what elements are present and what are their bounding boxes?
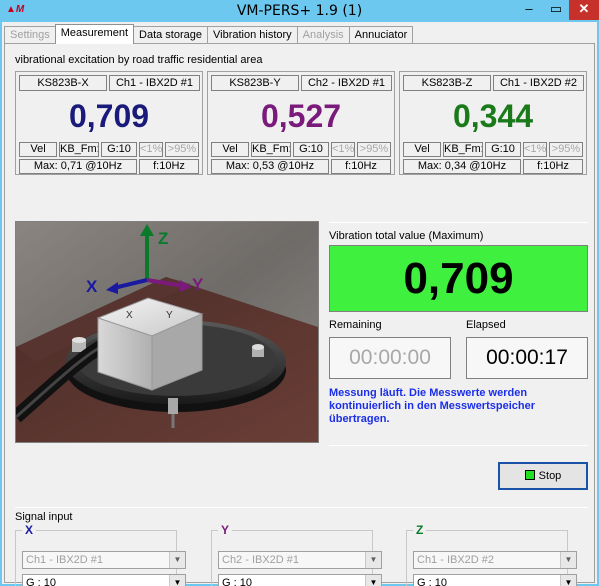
area-label: vibrational excitation by road traffic r… bbox=[15, 54, 263, 66]
channel-quantity: Vel bbox=[19, 142, 57, 157]
channel-overrange: >95% bbox=[357, 142, 391, 157]
channel-overrange: >95% bbox=[549, 142, 583, 157]
separator bbox=[15, 507, 588, 508]
channel-sensor-label: KS823B-Y bbox=[211, 75, 299, 91]
remaining-label: Remaining bbox=[329, 319, 382, 331]
channel-select-value: Ch2 - IBX2D #1 bbox=[222, 554, 300, 566]
axis-label-z: Z bbox=[158, 229, 168, 248]
chevron-down-icon: ▼ bbox=[365, 575, 381, 586]
close-button[interactable]: ✕ bbox=[569, 0, 599, 20]
svg-text:X: X bbox=[126, 310, 133, 321]
sensor-illustration: X Y Z X Y bbox=[15, 221, 319, 443]
chevron-down-icon: ▼ bbox=[169, 552, 185, 568]
vibration-total-value: 0,709 bbox=[329, 245, 588, 312]
channel-filter: KB_Fm: bbox=[59, 142, 99, 157]
remaining-time: 00:00:00 bbox=[329, 337, 451, 379]
channel-frequency: f:10Hz bbox=[139, 159, 199, 174]
chevron-down-icon: ▼ bbox=[560, 575, 576, 586]
tab-vibration-history[interactable]: Vibration history bbox=[207, 26, 298, 44]
maximize-button[interactable]: ▭ bbox=[543, 0, 569, 20]
channel-frequency: f:10Hz bbox=[331, 159, 391, 174]
signal-group-z: Z Ch1 - IBX2D #2 ▼ G : 10 ▼ bbox=[406, 523, 577, 586]
channel-source-label: Ch1 - IBX2D #2 bbox=[493, 75, 584, 91]
tab-data-storage[interactable]: Data storage bbox=[133, 26, 208, 44]
window-title: VM-PERS+ 1.9 (1) bbox=[236, 3, 363, 19]
minimize-button[interactable]: – bbox=[515, 0, 543, 20]
channel-source-label: Ch1 - IBX2D #1 bbox=[109, 75, 200, 91]
channel-gain: G:10 bbox=[485, 142, 521, 157]
channel-select-value: Ch1 - IBX2D #2 bbox=[417, 554, 495, 566]
gain-select-value: G : 10 bbox=[222, 577, 252, 586]
axis-label-x: X bbox=[86, 277, 98, 296]
gain-select-value: G : 10 bbox=[417, 577, 447, 586]
status-message: Messung läuft. Die Messwerte werden kont… bbox=[329, 387, 535, 425]
channel-underrange: <1% bbox=[331, 142, 355, 157]
channel-frequency: f:10Hz bbox=[523, 159, 583, 174]
tab-annuciator[interactable]: Annuciator bbox=[348, 26, 414, 44]
elapsed-time: 00:00:17 bbox=[466, 337, 588, 379]
channel-panel-y: KS823B-Y Ch2 - IBX2D #1 0,527 Vel KB_Fm:… bbox=[207, 71, 395, 175]
gain-select-z[interactable]: G : 10 ▼ bbox=[413, 574, 577, 586]
vibration-total-label: Vibration total value (Maximum) bbox=[329, 230, 484, 242]
channel-max: Max: 0,34 @10Hz bbox=[403, 159, 521, 174]
signal-group-axis: X bbox=[22, 523, 37, 537]
sensor-illustration-graphic: X Y Z X Y bbox=[16, 222, 318, 442]
channel-filter: KB_Fm: bbox=[443, 142, 483, 157]
stop-button-label: Stop bbox=[538, 470, 562, 482]
separator bbox=[329, 222, 588, 223]
signal-group-y: Y Ch2 - IBX2D #1 ▼ G : 10 ▼ bbox=[211, 523, 382, 586]
gain-select-y[interactable]: G : 10 ▼ bbox=[218, 574, 382, 586]
channel-quantity: Vel bbox=[211, 142, 249, 157]
channel-quantity: Vel bbox=[403, 142, 441, 157]
gain-select-value: G : 10 bbox=[26, 577, 56, 586]
channel-gain: G:10 bbox=[101, 142, 137, 157]
channel-underrange: <1% bbox=[523, 142, 547, 157]
tab-bar: Settings Measurement Data storage Vibrat… bbox=[4, 24, 414, 44]
svg-text:Y: Y bbox=[166, 310, 173, 321]
channel-gain: G:10 bbox=[293, 142, 329, 157]
channel-filter: KB_Fm: bbox=[251, 142, 291, 157]
separator bbox=[329, 445, 588, 446]
elapsed-label: Elapsed bbox=[466, 319, 506, 331]
channel-max: Max: 0,53 @10Hz bbox=[211, 159, 329, 174]
window-client: Settings Measurement Data storage Vibrat… bbox=[2, 22, 597, 586]
signal-group-axis: Z bbox=[413, 523, 427, 537]
chevron-down-icon: ▼ bbox=[169, 575, 185, 586]
channel-panel-x: KS823B-X Ch1 - IBX2D #1 0,709 Vel KB_Fm:… bbox=[15, 71, 203, 175]
channel-sensor-label: KS823B-Z bbox=[403, 75, 491, 91]
channel-underrange: <1% bbox=[139, 142, 163, 157]
channel-sensor-label: KS823B-X bbox=[19, 75, 107, 91]
channel-value: 0,527 bbox=[260, 98, 342, 134]
channel-overrange: >95% bbox=[165, 142, 199, 157]
tab-analysis[interactable]: Analysis bbox=[296, 26, 350, 44]
chevron-down-icon: ▼ bbox=[560, 552, 576, 568]
signal-group-x: X Ch1 - IBX2D #1 ▼ G : 10 ▼ bbox=[15, 523, 186, 586]
signal-input-label: Signal input bbox=[15, 511, 73, 523]
channel-value: 0,709 bbox=[68, 98, 150, 134]
stop-indicator-icon bbox=[524, 470, 535, 480]
channel-select-x[interactable]: Ch1 - IBX2D #1 ▼ bbox=[22, 551, 186, 569]
measurement-panel: vibrational excitation by road traffic r… bbox=[4, 43, 595, 586]
tab-settings[interactable]: Settings bbox=[4, 26, 56, 44]
channel-select-value: Ch1 - IBX2D #1 bbox=[26, 554, 104, 566]
axis-label-y: Y bbox=[192, 275, 204, 294]
channel-panel-z: KS823B-Z Ch1 - IBX2D #2 0,344 Vel KB_Fm:… bbox=[399, 71, 587, 175]
channel-value: 0,344 bbox=[452, 98, 534, 134]
channel-max: Max: 0,71 @10Hz bbox=[19, 159, 137, 174]
stop-button[interactable]: Stop bbox=[498, 462, 588, 490]
signal-group-axis: Y bbox=[218, 523, 233, 537]
channel-source-label: Ch2 - IBX2D #1 bbox=[301, 75, 392, 91]
channel-select-y[interactable]: Ch2 - IBX2D #1 ▼ bbox=[218, 551, 382, 569]
chevron-down-icon: ▼ bbox=[365, 552, 381, 568]
tab-measurement[interactable]: Measurement bbox=[54, 24, 135, 44]
title-bar: ▲M VM-PERS+ 1.9 (1) – ▭ ✕ bbox=[0, 0, 599, 22]
gain-select-x[interactable]: G : 10 ▼ bbox=[22, 574, 186, 586]
channel-select-z[interactable]: Ch1 - IBX2D #2 ▼ bbox=[413, 551, 577, 569]
